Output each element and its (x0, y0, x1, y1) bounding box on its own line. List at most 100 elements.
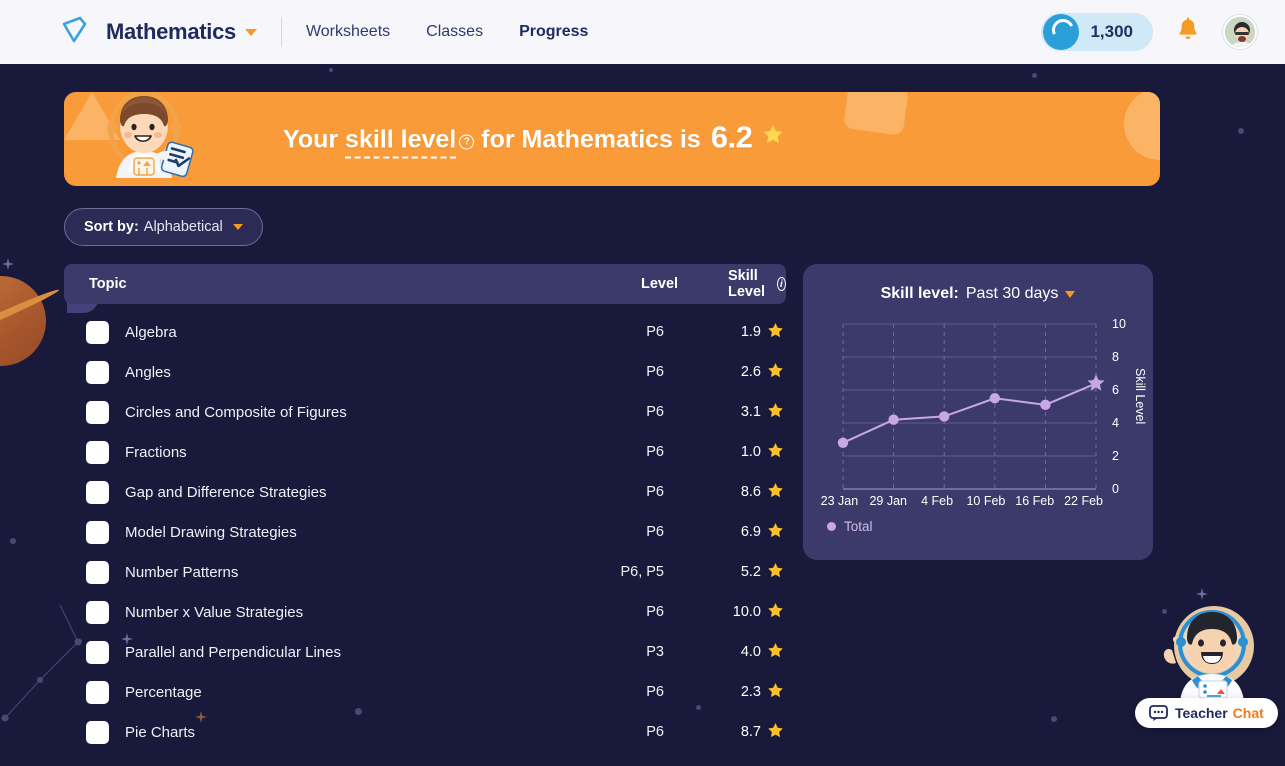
info-icon[interactable]: i (776, 277, 786, 291)
table-row[interactable]: Angles P6 2.6 (64, 352, 786, 392)
table-row[interactable]: Pie Charts P6 8.7 (64, 712, 786, 752)
row-checkbox[interactable] (86, 400, 109, 424)
chart-point[interactable] (939, 411, 950, 422)
chart-x-axis-labels: 23 Jan 29 Jan 4 Feb 10 Feb 16 Feb 22 Feb (803, 494, 1153, 508)
chart-point[interactable] (837, 437, 849, 448)
star-dot (329, 68, 333, 72)
row-skill-value: 5.2 (740, 564, 761, 580)
row-skill-level: 1.0 (694, 442, 784, 463)
coin-balance-badge[interactable]: 1,300 (1041, 13, 1153, 51)
row-skill-value: 2.6 (740, 364, 761, 380)
table-row[interactable]: Gap and Difference Strategies P6 8.6 (64, 472, 786, 512)
help-icon[interactable]: ? (459, 134, 475, 150)
table-row[interactable]: Number Patterns P6, P5 5.2 (64, 552, 786, 592)
star-icon (762, 124, 784, 153)
row-level: P6 (646, 444, 664, 460)
chart-x-tick-label: 23 Jan (820, 494, 859, 508)
star-icon (767, 562, 784, 583)
table-row[interactable]: Number x Value Strategies P6 10.0 (64, 592, 786, 632)
row-topic: Number x Value Strategies (125, 603, 304, 621)
row-checkbox[interactable] (86, 640, 109, 664)
row-checkbox[interactable] (86, 560, 109, 584)
row-checkbox[interactable] (86, 440, 109, 464)
caret-down-icon[interactable] (1065, 290, 1076, 298)
star-icon (767, 522, 784, 543)
chart-x-tick-label: 29 Jan (869, 494, 907, 508)
star-icon (767, 442, 784, 463)
nav-link-worksheets[interactable]: Worksheets (306, 23, 390, 41)
bell-icon[interactable] (1176, 17, 1200, 48)
skill-level-line-chart: 0246810 (837, 317, 1126, 496)
sparkle-decoration (2, 258, 14, 270)
user-avatar[interactable] (1223, 15, 1257, 49)
row-topic: Algebra (125, 323, 177, 341)
row-checkbox[interactable] (86, 600, 109, 624)
row-skill-level: 6.9 (694, 522, 784, 543)
nav-link-progress[interactable]: Progress (519, 23, 588, 41)
caret-down-icon[interactable] (244, 28, 257, 36)
chart-range-value[interactable]: Past 30 days (966, 285, 1059, 303)
row-skill-level: 10.0 (694, 602, 784, 623)
chart-x-tick-label: 4 Feb (921, 494, 954, 508)
banner-decoration-rect (842, 92, 910, 136)
star-dot (1032, 73, 1037, 78)
legend-color-dot (827, 522, 836, 531)
table-row[interactable]: Parallel and Perpendicular Lines P3 4.0 (64, 632, 786, 672)
row-skill-level: 2.6 (694, 362, 784, 383)
row-checkbox[interactable] (86, 720, 109, 744)
row-skill-value: 8.7 (740, 724, 761, 740)
row-level: P6 (646, 364, 664, 380)
row-checkbox[interactable] (86, 480, 109, 504)
chart-point[interactable] (989, 393, 1000, 404)
row-level: P6 (646, 404, 664, 420)
nav-link-classes[interactable]: Classes (426, 23, 483, 41)
planet-decoration (0, 276, 46, 366)
row-topic: Pie Charts (125, 723, 196, 741)
row-skill-level: 3.1 (694, 402, 784, 423)
column-header-level: Level (641, 276, 679, 292)
row-checkbox[interactable] (86, 360, 109, 384)
teacher-chat-button[interactable]: Teacher Chat (1135, 698, 1278, 728)
row-skill-level: 4.0 (694, 642, 784, 663)
chat-bubble-icon (1149, 705, 1168, 721)
row-checkbox[interactable] (86, 320, 109, 344)
brand-logo-group[interactable]: Mathematics (57, 13, 257, 52)
row-skill-level: 8.7 (694, 722, 784, 743)
row-topic: Circles and Composite of Figures (125, 403, 347, 421)
skill-level-term[interactable]: skill level (345, 126, 457, 159)
row-checkbox[interactable] (86, 680, 109, 704)
table-row[interactable]: Fractions P6 1.0 (64, 432, 786, 472)
chart-title: Skill level: Past 30 days (803, 285, 1153, 303)
diamond-logo-icon (57, 13, 91, 52)
table-row[interactable]: Algebra P6 1.9 (64, 312, 786, 352)
teacher-chat-widget[interactable]: Teacher Chat (1135, 598, 1278, 738)
row-checkbox[interactable] (86, 520, 109, 544)
row-topic: Gap and Difference Strategies (125, 483, 327, 501)
legend-label: Total (844, 519, 873, 534)
chart-point[interactable] (1040, 399, 1051, 411)
top-navigation-bar: Mathematics Worksheets Classes Progress … (0, 0, 1285, 64)
row-skill-value: 10.0 (732, 604, 761, 620)
row-skill-level: 1.9 (694, 322, 784, 343)
coin-count: 1,300 (1090, 22, 1133, 41)
chart-y-tick-label: 2 (1112, 449, 1119, 463)
sort-by-dropdown[interactable]: Sort by: Alphabetical (64, 208, 263, 246)
banner-prefix: Your (283, 125, 339, 154)
banner-middle: for Mathematics is (481, 125, 701, 154)
table-row[interactable]: Percentage P6 2.3 (64, 672, 786, 712)
table-row[interactable]: Model Drawing Strategies P6 6.9 (64, 512, 786, 552)
astronaut-mascot-icon (90, 92, 215, 186)
row-topic: Model Drawing Strategies (125, 523, 297, 541)
star-dot (1051, 716, 1057, 722)
row-skill-level: 8.6 (694, 482, 784, 503)
row-skill-value: 1.9 (740, 324, 761, 340)
table-row[interactable]: Circles and Composite of Figures P6 3.1 (64, 392, 786, 432)
row-skill-value: 3.1 (740, 404, 761, 420)
sort-by-label: Sort by: (84, 219, 139, 235)
chart-point[interactable] (888, 414, 899, 425)
row-level: P3 (646, 644, 664, 660)
column-header-skill-level: Skill Level i (728, 268, 786, 300)
row-topic: Parallel and Perpendicular Lines (125, 643, 341, 661)
sort-by-value: Alphabetical (143, 219, 223, 235)
row-level: P6 (646, 684, 664, 700)
